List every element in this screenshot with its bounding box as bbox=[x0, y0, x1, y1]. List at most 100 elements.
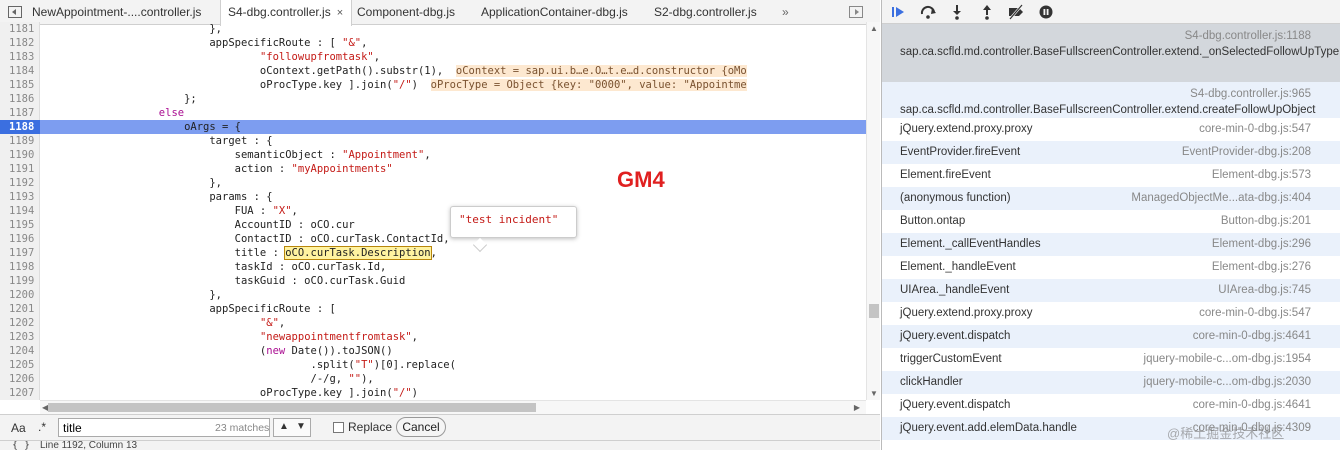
code-line[interactable]: 1181 }, bbox=[0, 22, 866, 36]
frame-location[interactable]: jquery-mobile-c...om-dbg.js:2030 bbox=[1144, 376, 1311, 388]
scroll-down-icon[interactable]: ▼ bbox=[870, 389, 878, 398]
line-number[interactable]: 1194 bbox=[0, 204, 37, 218]
line-number[interactable]: 1202 bbox=[0, 316, 37, 330]
code-line[interactable]: 1200 }, bbox=[0, 288, 866, 302]
call-stack-frame[interactable]: jquery-mobile-c...om-dbg.js:2030 clickHan… bbox=[882, 371, 1340, 394]
toggle-debugger-icon[interactable] bbox=[849, 6, 863, 18]
code-line[interactable]: 1197 title : oCO.curTask.Description, bbox=[0, 246, 866, 260]
code-line[interactable]: 1201 appSpecificRoute : [ bbox=[0, 302, 866, 316]
frame-location[interactable]: ManagedObjectMe...ata-dbg.js:404 bbox=[1131, 192, 1311, 204]
line-number[interactable]: 1189 bbox=[0, 134, 37, 148]
frame-location[interactable]: UIArea-dbg.js:745 bbox=[1218, 284, 1311, 296]
regex-toggle[interactable]: .* bbox=[38, 420, 46, 434]
code-line[interactable]: 1183 "followupfromtask", bbox=[0, 50, 866, 64]
code-line[interactable]: 1205 .split("T")[0].replace( bbox=[0, 358, 866, 372]
code-line[interactable]: 1190 semanticObject : "Appointment", bbox=[0, 148, 866, 162]
frame-location[interactable]: S4-dbg.controller.js:1188 bbox=[1185, 30, 1311, 42]
code-line[interactable]: 1202 "&", bbox=[0, 316, 866, 330]
line-number[interactable]: 1182 bbox=[0, 36, 37, 50]
call-stack-frame[interactable]: core-min-0-dbg.js:547 jQuery.extend.proxy… bbox=[882, 302, 1340, 325]
code-line[interactable]: 1198 taskId : oCO.curTask.Id, bbox=[0, 260, 866, 274]
code-line[interactable]: 1194 FUA : "X", bbox=[0, 204, 866, 218]
deactivate-breakpoints-icon[interactable] bbox=[1007, 4, 1025, 20]
step-out-icon[interactable] bbox=[978, 4, 996, 20]
vertical-scroll-thumb[interactable] bbox=[869, 304, 879, 318]
code-line[interactable]: 1204 (new Date()).toJSON() bbox=[0, 344, 866, 358]
code-line[interactable]: 1203 "newappointmentfromtask", bbox=[0, 330, 866, 344]
code-line[interactable]: 1193 params : { bbox=[0, 190, 866, 204]
call-stack-frame[interactable]: UIArea-dbg.js:745 UIArea._handleEvent bbox=[882, 279, 1340, 302]
call-stack-frame[interactable]: jquery-mobile-c...om-dbg.js:1954 triggerC… bbox=[882, 348, 1340, 371]
breakpoint-code-line[interactable]: 1188 oArgs = { bbox=[0, 120, 866, 134]
line-number[interactable]: 1201 bbox=[0, 302, 37, 316]
next-match-icon[interactable]: ▼ bbox=[296, 421, 306, 432]
call-stack-frame[interactable]: core-min-0-dbg.js:4641 jQuery.event.dispa… bbox=[882, 394, 1340, 417]
call-stack-frame[interactable]: core-min-0-dbg.js:4641 jQuery.event.dispa… bbox=[882, 325, 1340, 348]
code-line[interactable]: 1187 else bbox=[0, 106, 866, 120]
call-stack-frame[interactable]: core-min-0-dbg.js:547 jQuery.extend.proxy… bbox=[882, 118, 1340, 141]
frame-location[interactable]: core-min-0-dbg.js:4641 bbox=[1193, 399, 1311, 411]
pause-on-exceptions-icon[interactable] bbox=[1037, 4, 1055, 20]
line-number[interactable]: 1185 bbox=[0, 78, 37, 92]
line-number[interactable]: 1196 bbox=[0, 232, 37, 246]
horizontal-scroll-thumb[interactable] bbox=[48, 403, 536, 412]
line-number[interactable]: 1206 bbox=[0, 372, 37, 386]
resume-icon[interactable] bbox=[890, 4, 908, 20]
call-stack-frame[interactable]: S4-dbg.controller.js:1188 sap.ca.scfld.md… bbox=[882, 24, 1340, 82]
line-number[interactable]: 1195 bbox=[0, 218, 37, 232]
frame-location[interactable]: core-min-0-dbg.js:547 bbox=[1199, 307, 1311, 319]
call-stack-frame[interactable]: S4-dbg.controller.js:965 sap.ca.scfld.md.… bbox=[882, 82, 1340, 118]
call-stack-frame[interactable]: Element-dbg.js:276 Element._handleEvent bbox=[882, 256, 1340, 279]
line-number[interactable]: 1193 bbox=[0, 190, 37, 204]
step-over-icon[interactable] bbox=[919, 4, 937, 20]
pretty-print-icon[interactable]: { } bbox=[12, 441, 30, 450]
cancel-button[interactable]: Cancel bbox=[396, 417, 446, 437]
frame-location[interactable]: Button-dbg.js:201 bbox=[1221, 215, 1311, 227]
code-line[interactable]: 1191 action : "myAppointments" bbox=[0, 162, 866, 176]
line-number[interactable]: 1190 bbox=[0, 148, 37, 162]
call-stack-frame[interactable]: ManagedObjectMe...ata-dbg.js:404 (anonymo… bbox=[882, 187, 1340, 210]
previous-match-icon[interactable]: ▲ bbox=[279, 421, 289, 432]
frame-location[interactable]: jquery-mobile-c...om-dbg.js:1954 bbox=[1144, 353, 1311, 365]
call-stack-frame[interactable]: Button-dbg.js:201 Button.ontap bbox=[882, 210, 1340, 233]
line-number[interactable]: 1183 bbox=[0, 50, 37, 64]
call-stack-frame[interactable]: Element-dbg.js:573 Element.fireEvent bbox=[882, 164, 1340, 187]
call-stack-frame[interactable]: Element-dbg.js:296 Element._callEventHand… bbox=[882, 233, 1340, 256]
code-line[interactable]: 1189 target : { bbox=[0, 134, 866, 148]
horizontal-scrollbar[interactable]: ◀ ▶ bbox=[40, 400, 866, 414]
vertical-scrollbar[interactable]: ▲ ▼ bbox=[866, 22, 880, 400]
line-number[interactable]: 1181 bbox=[0, 22, 37, 36]
code-line[interactable]: 1199 taskGuid : oCO.curTask.Guid bbox=[0, 274, 866, 288]
line-number[interactable]: 1188 bbox=[0, 120, 40, 134]
scroll-up-icon[interactable]: ▲ bbox=[870, 24, 878, 33]
call-stack-frame[interactable]: EventProvider-dbg.js:208 EventProvider.fi… bbox=[882, 141, 1340, 164]
line-number[interactable]: 1203 bbox=[0, 330, 37, 344]
frame-location[interactable]: Element-dbg.js:296 bbox=[1212, 238, 1311, 250]
code-line[interactable]: 1182 appSpecificRoute : [ "&", bbox=[0, 36, 866, 50]
scroll-right-icon[interactable]: ▶ bbox=[854, 403, 860, 412]
line-number[interactable]: 1200 bbox=[0, 288, 37, 302]
match-case-toggle[interactable]: Aa bbox=[11, 421, 26, 435]
code-line[interactable]: 1186 }; bbox=[0, 92, 866, 106]
code-line[interactable]: 1207 oProcType.key ].join("/") bbox=[0, 386, 866, 400]
code-area[interactable]: 1181 }, 1182 appSpecificRoute : [ "&", 118… bbox=[0, 22, 866, 400]
step-into-icon[interactable] bbox=[948, 4, 966, 20]
code-line[interactable]: 1184 oContext.getPath().substr(1), oCont… bbox=[0, 64, 866, 78]
code-line[interactable]: 1206 /-/g, ""), bbox=[0, 372, 866, 386]
frame-location[interactable]: core-min-0-dbg.js:4641 bbox=[1193, 330, 1311, 342]
code-line[interactable]: 1192 }, bbox=[0, 176, 866, 190]
frame-location[interactable]: Element-dbg.js:276 bbox=[1212, 261, 1311, 273]
code-line[interactable]: 1195 AccountID : oCO.cur bbox=[0, 218, 866, 232]
line-number[interactable]: 1205 bbox=[0, 358, 37, 372]
frame-location[interactable]: S4-dbg.controller.js:965 bbox=[1190, 88, 1311, 100]
code-line[interactable]: 1185 oProcType.key ].join("/") oProcType… bbox=[0, 78, 866, 92]
line-number[interactable]: 1197 bbox=[0, 246, 37, 260]
line-number[interactable]: 1186 bbox=[0, 92, 37, 106]
line-number[interactable]: 1191 bbox=[0, 162, 37, 176]
frame-location[interactable]: core-min-0-dbg.js:547 bbox=[1199, 123, 1311, 135]
line-number[interactable]: 1192 bbox=[0, 176, 37, 190]
line-number[interactable]: 1187 bbox=[0, 106, 37, 120]
line-number[interactable]: 1198 bbox=[0, 260, 37, 274]
frame-location[interactable]: EventProvider-dbg.js:208 bbox=[1182, 146, 1311, 158]
frame-location[interactable]: Element-dbg.js:573 bbox=[1212, 169, 1311, 181]
